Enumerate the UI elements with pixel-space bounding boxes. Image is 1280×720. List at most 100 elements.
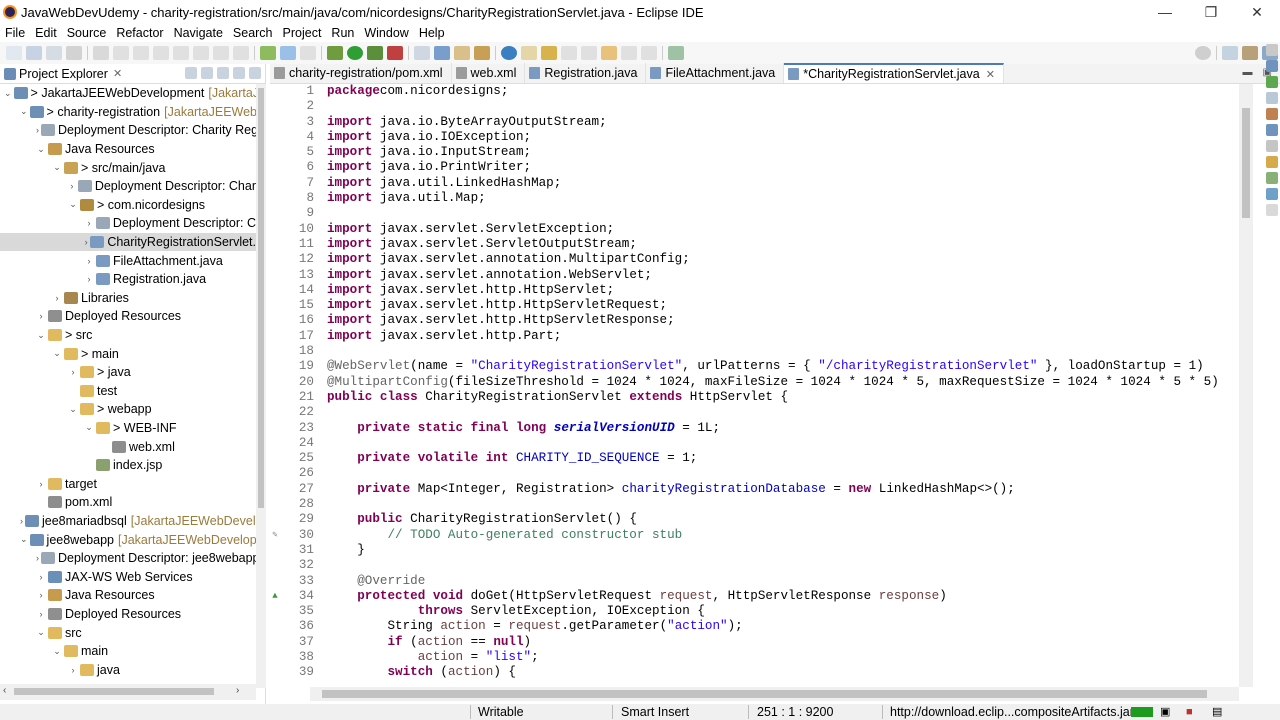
chevron-right-icon[interactable]: ›	[68, 367, 78, 377]
expand-down-icon[interactable]: ⌄	[4, 88, 12, 99]
search-view-icon[interactable]	[1266, 188, 1278, 200]
code-line[interactable]: 36 String action = request.getParameter(…	[270, 619, 1235, 634]
step-return-icon[interactable]	[233, 46, 249, 60]
toggle-mark-occurrences-icon[interactable]	[260, 46, 276, 60]
step-over-icon[interactable]	[213, 46, 229, 60]
expand-down-icon[interactable]: ⌄	[68, 199, 78, 210]
code-line[interactable]: 16 import javax.servlet.http.HttpServletR…	[270, 313, 1235, 328]
code-line[interactable]: 24	[270, 436, 1235, 451]
tree-item[interactable]: ⌄ jee8webapp [JakartaJEEWebDevelopm	[0, 530, 256, 549]
scroll-right-icon[interactable]: ›	[236, 685, 239, 696]
data-source-icon[interactable]	[1266, 140, 1278, 152]
code-line[interactable]: 25 private volatile int CHARITY_ID_SEQUE…	[270, 451, 1235, 466]
run-icon[interactable]	[347, 46, 363, 60]
chevron-right-icon[interactable]: ›	[52, 293, 62, 303]
scrollbar-thumb[interactable]	[258, 88, 264, 508]
tree-item[interactable]: › Deployed Resources	[0, 605, 256, 624]
link-with-editor-icon[interactable]	[201, 67, 213, 79]
explorer-vertical-scrollbar[interactable]	[256, 84, 266, 688]
external-tools-icon[interactable]	[387, 46, 403, 60]
settings-debug-icon[interactable]	[327, 46, 343, 60]
web-browser-icon[interactable]	[501, 46, 517, 60]
code-line[interactable]: 11 import javax.servlet.ServletOutputStre…	[270, 237, 1235, 252]
menu-project[interactable]: Project	[278, 26, 327, 40]
code-line[interactable]: 23 private static final long serialVersi…	[270, 421, 1235, 436]
chevron-right-icon[interactable]: ›	[68, 181, 76, 191]
expand-down-icon[interactable]: ⌄	[36, 330, 46, 341]
code-line[interactable]: ✎ 30 // TODO Auto-generated constructor s…	[270, 528, 1235, 543]
tree-item[interactable]: ⌄ > com.nicordesigns	[0, 196, 256, 215]
editor-horizontal-scrollbar[interactable]	[310, 687, 1239, 701]
resume-icon[interactable]	[113, 46, 129, 60]
tree-item[interactable]: › Libraries	[0, 289, 256, 308]
progress-view-icon[interactable]	[1266, 204, 1278, 216]
code-line[interactable]: 2	[270, 99, 1235, 114]
tree-item[interactable]: › Registration.java	[0, 270, 256, 289]
disconnect-icon[interactable]	[173, 46, 189, 60]
tree-item[interactable]: ⌄ > src	[0, 326, 256, 345]
print-icon[interactable]	[66, 46, 82, 60]
code-line[interactable]: 7 import java.util.LinkedHashMap;	[270, 176, 1235, 191]
editor-vertical-scrollbar[interactable]	[1239, 84, 1253, 687]
tree-item[interactable]: web.xml	[0, 437, 256, 456]
chevron-right-icon[interactable]: ›	[36, 553, 39, 563]
open-type-icon[interactable]	[454, 46, 470, 60]
progress-view-button-icon[interactable]: ▤	[1212, 704, 1222, 720]
expand-down-icon[interactable]: ⌄	[36, 144, 46, 155]
maximize-view-icon[interactable]	[249, 67, 261, 79]
pin-editor-icon[interactable]	[541, 46, 557, 60]
expand-down-icon[interactable]: ⌄	[20, 106, 28, 117]
java-ee-perspective-icon[interactable]	[1242, 46, 1258, 60]
expand-down-icon[interactable]: ⌄	[52, 646, 62, 657]
code-line[interactable]: 13 import javax.servlet.annotation.WebSer…	[270, 268, 1235, 283]
forward-icon[interactable]	[641, 46, 657, 60]
code-line[interactable]: 26	[270, 466, 1235, 481]
minimize-view-icon[interactable]	[233, 67, 245, 79]
code-line[interactable]: 18	[270, 344, 1235, 359]
code-line[interactable]: 8 import java.util.Map;	[270, 191, 1235, 206]
menu-run[interactable]: Run	[326, 26, 359, 40]
menu-file[interactable]: File	[0, 26, 30, 40]
code-line[interactable]: 21 public class CharityRegistrationServle…	[270, 390, 1235, 405]
collapse-all-icon[interactable]	[185, 67, 197, 79]
tree-item[interactable]: › Deployment Descriptor: Char	[0, 177, 256, 196]
code-line[interactable]: 10 import javax.servlet.ServletException;	[270, 222, 1235, 237]
code-line[interactable]: 32	[270, 558, 1235, 573]
scrollbar-thumb[interactable]	[14, 688, 214, 695]
cancel-operation-icon[interactable]: ■	[1186, 704, 1193, 720]
toggle-block-selection-icon[interactable]	[280, 46, 296, 60]
code-line[interactable]: 39 switch (action) {	[270, 665, 1235, 680]
snippets-icon[interactable]	[1266, 156, 1278, 168]
maximize-button[interactable]: ❐	[1188, 0, 1234, 24]
code-line[interactable]: 38 action = "list";	[270, 650, 1235, 665]
tree-item[interactable]: ⌄ > src/main/java	[0, 158, 256, 177]
tree-item[interactable]: › target	[0, 474, 256, 493]
menu-window[interactable]: Window	[359, 26, 413, 40]
properties-icon[interactable]	[1266, 108, 1278, 120]
menu-source[interactable]: Source	[62, 26, 112, 40]
servers-icon[interactable]	[1266, 124, 1278, 136]
chevron-right-icon[interactable]: ›	[36, 311, 46, 321]
tree-item[interactable]: pom.xml	[0, 493, 256, 512]
save-icon[interactable]	[26, 46, 42, 60]
code-line[interactable]: 33 @Override	[270, 574, 1235, 589]
chevron-right-icon[interactable]: ›	[36, 479, 46, 489]
tree-item[interactable]: ⌄ main	[0, 642, 256, 661]
open-task-icon[interactable]	[474, 46, 490, 60]
minimize-editor-icon[interactable]: ▬	[1243, 67, 1253, 78]
markers-icon[interactable]	[1266, 92, 1278, 104]
progress-icon[interactable]: ▣	[1160, 704, 1170, 720]
save-all-icon[interactable]	[46, 46, 62, 60]
tree-item[interactable]: › CharityRegistrationServlet.	[0, 232, 256, 252]
code-line[interactable]: 17 import javax.servlet.http.Part;	[270, 329, 1235, 344]
tree-item[interactable]: › java	[0, 660, 256, 679]
chevron-right-icon[interactable]: ›	[36, 590, 46, 600]
code-line[interactable]: 37 if (action == null)	[270, 635, 1235, 650]
code-line[interactable]: 4 import java.io.IOException;	[270, 130, 1235, 145]
expand-down-icon[interactable]: ⌄	[20, 534, 28, 545]
minimize-button[interactable]: —	[1142, 0, 1188, 24]
tree-item[interactable]: ⌄ src	[0, 623, 256, 642]
chevron-right-icon[interactable]: ›	[84, 218, 94, 228]
project-explorer-tab[interactable]: Project Explorer ✕	[0, 64, 265, 84]
view-menu-icon[interactable]	[217, 67, 229, 79]
